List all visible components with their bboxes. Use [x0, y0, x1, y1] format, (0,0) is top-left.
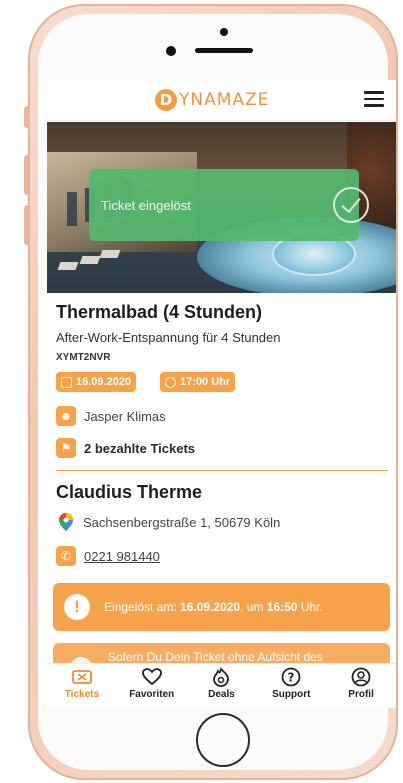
- nav-item-favoriten[interactable]: Favoriten: [117, 664, 187, 708]
- app-logo[interactable]: D YNAMAZE: [155, 88, 269, 112]
- nav-label-favoriten: Favoriten: [129, 689, 175, 700]
- nav-label-tickets: Tickets: [64, 689, 100, 700]
- logo-badge: D: [155, 89, 177, 111]
- checkmark-icon: [333, 187, 369, 223]
- date-chip: 16.09.2020: [56, 372, 137, 392]
- tickets-paid-label: 2 bezahlte Tickets: [84, 440, 196, 456]
- map-pin-icon: [59, 513, 73, 531]
- redeemed-text: Eingelöst am: 16.09.2020, um 16:50 Uhr.: [104, 600, 323, 614]
- time-label: 17:00 Uhr: [180, 376, 231, 388]
- venue-name: Claudius Therme: [56, 482, 203, 502]
- toast-message: Ticket eingelöst: [101, 198, 191, 213]
- ticket-icon: [71, 668, 92, 686]
- ticket-code: XYMT2NVR: [56, 352, 111, 363]
- supervision-text: Sofern Du Dein Ticket ohne Aufsicht des: [108, 650, 323, 664]
- svg-text:?: ?: [288, 671, 295, 685]
- sensor-dot: [220, 28, 228, 36]
- clock-icon: [165, 376, 176, 388]
- section-divider: [56, 470, 388, 471]
- nav-item-tickets[interactable]: Tickets: [47, 664, 117, 708]
- tickets-paid-row: ⚑ 2 bezahlte Tickets: [56, 438, 195, 458]
- bottom-navigation: Tickets Favoriten Deals ? Support Profil: [47, 663, 396, 708]
- nav-label-profil: Profil: [348, 689, 374, 700]
- time-chip: 17:00 Uhr: [160, 372, 236, 392]
- hamburger-menu-icon[interactable]: [364, 91, 384, 107]
- person-icon: ☻: [56, 406, 76, 426]
- ticket-holder-row: ☻ Jasper Klimas: [56, 406, 166, 426]
- nav-item-deals[interactable]: Deals: [187, 664, 257, 708]
- nav-label-deals: Deals: [208, 689, 235, 700]
- holder-name: Jasper Klimas: [84, 408, 166, 424]
- nav-item-support[interactable]: ? Support: [256, 664, 326, 708]
- ticket-title: Thermalbad (4 Stunden): [56, 302, 263, 322]
- success-toast[interactable]: Ticket eingelöst: [89, 169, 369, 241]
- address-row[interactable]: Sachsenbergstraße 1, 50679 Köln: [56, 512, 280, 532]
- profile-icon: [351, 667, 371, 687]
- venue-phone-link[interactable]: 0221 981440: [84, 549, 160, 564]
- nav-label-support: Support: [272, 689, 311, 700]
- venue-photo: Ticket eingelöst: [47, 122, 396, 293]
- nav-item-profil[interactable]: Profil: [326, 664, 396, 708]
- earpiece-speaker: [195, 48, 253, 53]
- volume-down-button: [24, 205, 29, 245]
- support-icon: ?: [281, 667, 301, 687]
- exclamation-icon: !: [64, 594, 90, 620]
- phone-row[interactable]: ✆ 0221 981440: [56, 546, 160, 566]
- phone-icon: ✆: [56, 546, 76, 566]
- deals-icon: [212, 667, 230, 687]
- logo-text: YNAMAZE: [179, 90, 270, 110]
- home-button[interactable]: [196, 713, 250, 767]
- front-camera: [166, 46, 176, 56]
- app-header: D YNAMAZE: [47, 80, 396, 121]
- heart-icon: [141, 668, 162, 686]
- mute-switch: [24, 106, 29, 128]
- app-screen: D YNAMAZE Ticket eingelöst Thermalbad (4…: [47, 80, 396, 708]
- calendar-icon: [61, 376, 72, 388]
- date-label: 16.09.2020: [76, 376, 132, 388]
- ticket-subtitle: After-Work-Entspannung für 4 Stunden: [56, 330, 281, 345]
- volume-up-button: [24, 155, 29, 195]
- venue-address: Sachsenbergstraße 1, 50679 Köln: [83, 514, 281, 530]
- tag-icon: ⚑: [56, 438, 76, 458]
- redeemed-notice: ! Eingelöst am: 16.09.2020, um 16:50 Uhr…: [53, 583, 390, 631]
